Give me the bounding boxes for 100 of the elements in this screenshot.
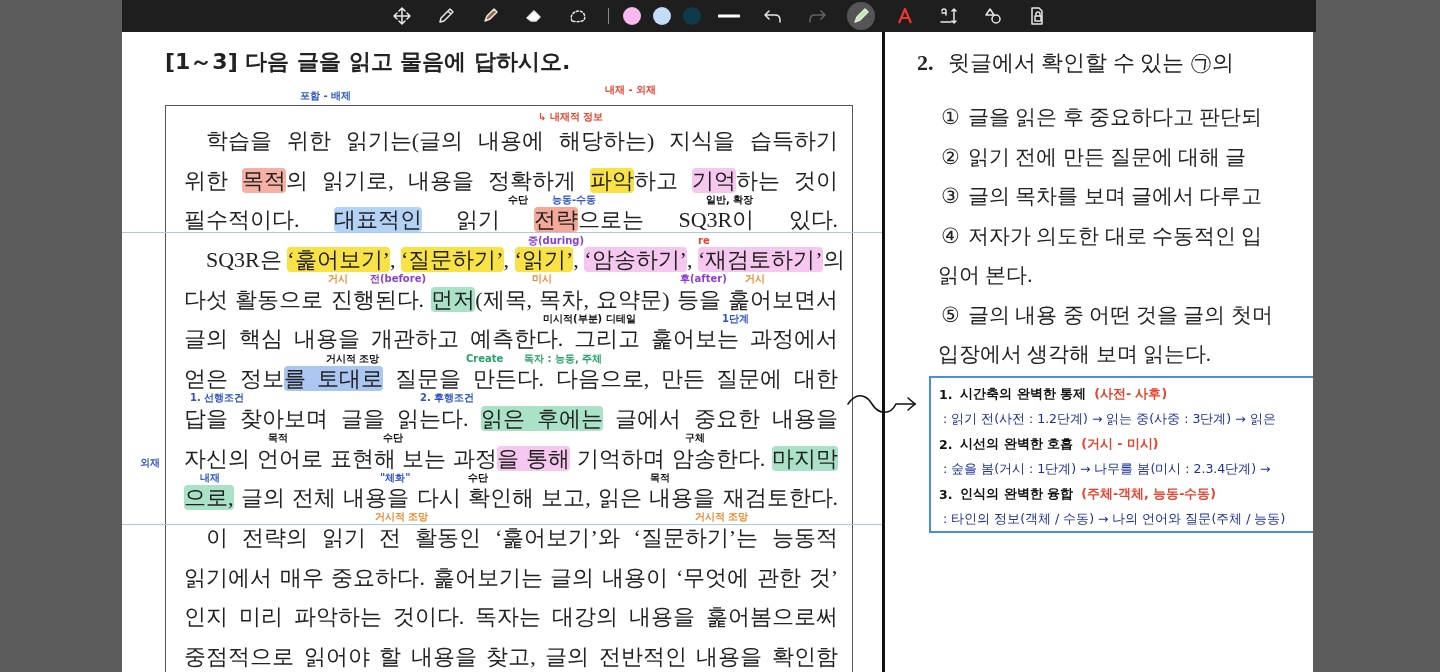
handwritten-note: 외재 [140,457,160,469]
highlighted-text: ‘훑어보기’ [287,247,390,273]
passage-text: 이 전략의 읽기 전 활동인 ‘훑어보기’와 ‘질문하기’는 능동적 [206,524,838,550]
handwritten-note: re [698,235,710,247]
option-text: 글의 내용 중 어떤 것을 글의 첫머 [968,301,1273,329]
handwritten-note: 거시 [745,273,765,285]
note-number: 1. [939,386,953,402]
passage-text: 읽기 [455,207,501,233]
passage-text: 기억하며 암송한다. [575,445,767,471]
handwritten-note: 중(during) [528,235,585,247]
handwritten-note: Create [466,353,504,365]
passage-text: 인지 미리 파악하는 것이다. 독자는 대강의 내용을 훑어봄으로써 [184,604,838,630]
note-detail: : 타인의 정보(객체 / 수동) → 나의 언어와 질문(주체 / 능동) [942,510,1287,528]
passage-text: , [686,247,694,273]
passage-text: 답을 찾아보며 글을 읽는다. [184,405,470,431]
passage-text: 의 [822,247,845,273]
highlighter-icon[interactable] [846,2,875,30]
note-detail: : 읽기 전(사전 : 1.2단계) → 읽는 중(사중 : 3단계) → 읽은 [942,410,1277,428]
handwritten-note: 일반, 확장 [706,194,754,206]
highlighted-text: 먼저 [431,286,476,312]
highlighted-text: 를 토대로 [283,366,384,392]
note-title: 시간축의 완벽한 통제 [960,385,1087,403]
highlighted-text: 전략 [534,207,579,233]
handwritten-note: 포함 - 배제 [300,90,352,102]
option-text: 입장에서 생각해 보며 읽는다. [938,341,1212,368]
highlighted-text: 읽은 후에는 [480,405,604,431]
handwritten-note: 목적 [650,472,670,484]
passage-text: 위한 [184,167,229,193]
passage-text: 하는 것이 [735,167,839,193]
handwritten-note: 거시적 조망 [695,511,749,523]
handwritten-note: 목적 [268,432,288,444]
option-text: 저자가 의도한 대로 수동적인 입 [968,222,1262,250]
option-text: 글을 읽은 후 중요하다고 판단되 [968,104,1262,131]
handwritten-note: 거시 [328,273,348,285]
passage-text: 얻은 정보 [184,366,284,392]
handwritten-note: "체화" [380,472,411,484]
highlighted-text: ‘질문하기’ [400,247,504,273]
highlighted-text: 으로, [184,485,234,511]
handwritten-note: 독자 : 능동, 주체 [524,353,603,365]
note-pair: (주체-객체, 능동-수동) [1081,485,1217,503]
option-marker: ② [941,143,960,171]
highlighted-text: 파악 [589,167,634,193]
handwritten-note: 능동-수동 [552,194,597,206]
passage-text: 으로는 SQ3R이 있다. [578,207,838,233]
handwritten-note: 거시적 조망 [326,353,380,365]
note-title: 시선의 완벽한 호흡 [960,435,1074,453]
handwritten-note: ↳ 내재적 정보 [538,111,604,123]
option-marker: ⑤ [941,301,960,329]
option-marker: ③ [941,183,960,210]
handwritten-note: 내재 [200,472,220,484]
passage-text: 학습을 위한 읽기는(글의 내용에 해당하는) 지식을 습득하기 [206,128,838,153]
handwritten-note: 내재 - 외재 [605,84,657,96]
passage-text: 읽기에서 매우 중요하다. 훑어보기는 글의 내용이 ‘무엇에 관한 것’ [184,564,838,590]
handwritten-note: 거시적 조망 [375,511,429,523]
handwritten-note: 수단 [468,472,488,484]
passage-text: 의 읽기로, 내용을 정확하게 [286,167,577,193]
note-title: 인식의 완벽한 융합 [960,485,1074,503]
handwritten-note: 미시적(부분) 디테일 [543,313,636,325]
instruction-heading: [1～3] 다음 글을 읽고 물음에 답하시오. [165,48,572,76]
highlighted-text: ‘읽기’ [514,247,574,273]
passage-text: 중점적으로 읽어야 할 내용을 찾고, 글의 전반적인 내용을 확인함 [184,643,838,669]
option-marker: ④ [941,222,960,250]
option-text: 읽어 본다. [938,262,1034,289]
highlighted-text: ‘암송하기’ [584,247,687,273]
passage-text: 글의 전체 내용을 다시 확인해 보고, 읽은 내용을 재검토한다. [239,485,838,511]
question-number: 2. [917,50,934,76]
passage-text: 질문을 만든다. 다음으로, 만든 질문에 대한 [393,366,838,392]
passage-text: SQ3R은 [206,247,283,273]
highlighted-text: 을 통해 [497,445,571,471]
note-number: 3. [939,486,953,502]
highlighted-text: 기억 [691,167,736,193]
passage-text: , [573,247,580,273]
highlighted-text: 마지막 [772,445,838,471]
passage-text: (제목, 목차, 요약문) 등을 훑어보면서 [475,286,838,312]
option-text: 읽기 전에 만든 질문에 대해 글 [968,143,1247,171]
passage-text: 다섯 활동으로 진행된다. [184,286,426,312]
passage-text: , [503,247,511,273]
note-pair: (거시 - 미시) [1081,435,1159,453]
passage-text: 자신의 언어로 표현해 보는 과정 [184,445,498,471]
passage-text: 글에서 중요한 내용을 [614,405,838,431]
highlighted-text: 목적 [242,167,287,193]
handwritten-note: 1. 선행조건 [190,392,245,404]
handwritten-note: 전(before) [370,273,426,285]
highlighted-text: ‘재검토하기’ [697,247,823,273]
passage-text: 글의 핵심 내용을 개관하고 예측한다. 그리고 훑어보는 과정에서 [184,326,838,352]
handwritten-note: 미시 [532,273,552,285]
note-pair: (사전- 사후) [1094,385,1168,403]
passage-text: , [389,247,397,273]
handwritten-note: 수단 [383,432,403,444]
passage-text: 필수적이다. [184,207,301,233]
handwritten-note: 구체 [685,432,705,444]
note-number: 2. [939,436,953,452]
handwritten-note: 1단계 [722,313,749,325]
option-marker: ① [941,104,960,131]
note-detail: : 숲을 봄(거시 : 1단계) → 나무를 봄(미시 : 2.3.4단계) → [942,460,1272,478]
question-text: 윗글에서 확인할 수 있는 ㉠의 [947,49,1234,77]
handwritten-note: 2. 후행조건 [420,392,475,404]
handwritten-note: 수단 [508,194,528,206]
handwritten-note: 후(after) [680,273,727,285]
highlighted-text: 대표적인 [333,207,422,233]
